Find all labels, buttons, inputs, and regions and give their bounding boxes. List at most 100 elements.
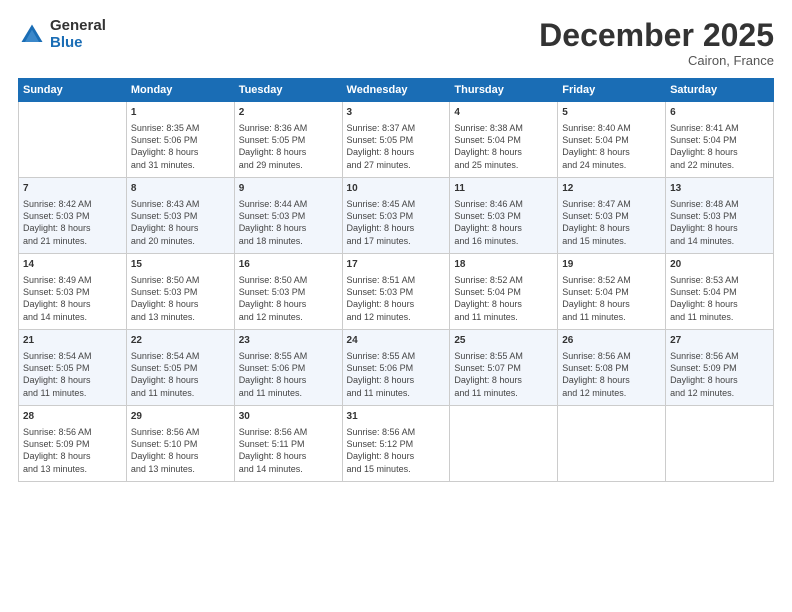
day-info: Sunrise: 8:50 AMSunset: 5:03 PMDaylight:…: [131, 274, 230, 323]
calendar-cell: 23Sunrise: 8:55 AMSunset: 5:06 PMDayligh…: [234, 330, 342, 406]
day-number: 29: [131, 410, 230, 424]
calendar-cell: 12 Sunrise: 8:47 AMSunset: 5:03 PMDayligh…: [558, 178, 666, 254]
week-row-4: 21 Sunrise: 8:54 AMSunset: 5:05 PMDayligh…: [19, 330, 774, 406]
day-info: Sunrise: 8:36 AMSunset: 5:05 PMDaylight:…: [239, 122, 338, 171]
day-info: Sunrise: 8:55 AMSunset: 5:07 PMDaylight:…: [454, 350, 553, 399]
day-number: 6: [670, 106, 769, 120]
day-info: Sunrise: 8:56 AMSunset: 5:12 PMDaylight:…: [347, 426, 446, 475]
day-number: 30: [239, 410, 338, 424]
week-row-1: 1 Sunrise: 8:35 AMSunset: 5:06 PMDaylight…: [19, 102, 774, 178]
calendar-cell: 3Sunrise: 8:37 AMSunset: 5:05 PMDaylight…: [342, 102, 450, 178]
day-info: Sunrise: 8:55 AMSunset: 5:06 PMDaylight:…: [347, 350, 446, 399]
calendar-table: SundayMondayTuesdayWednesdayThursdayFrid…: [18, 78, 774, 482]
calendar-cell: 14Sunrise: 8:49 AMSunset: 5:03 PMDayligh…: [19, 254, 127, 330]
calendar-cell: [558, 406, 666, 482]
calendar-cell: [450, 406, 558, 482]
calendar-cell: 1 Sunrise: 8:35 AMSunset: 5:06 PMDaylight…: [126, 102, 234, 178]
header-thursday: Thursday: [450, 79, 558, 102]
day-number: 16: [239, 258, 338, 272]
day-info: Sunrise: 8:50 AMSunset: 5:03 PMDaylight:…: [239, 274, 338, 323]
header-wednesday: Wednesday: [342, 79, 450, 102]
day-info: Sunrise: 8:41 AMSunset: 5:04 PMDaylight:…: [670, 122, 769, 171]
calendar-cell: 24 Sunrise: 8:55 AMSunset: 5:06 PMDayligh…: [342, 330, 450, 406]
calendar-cell: 16 Sunrise: 8:50 AMSunset: 5:03 PMDayligh…: [234, 254, 342, 330]
day-info: Sunrise: 8:44 AMSunset: 5:03 PMDaylight:…: [239, 198, 338, 247]
day-info: Sunrise: 8:47 AMSunset: 5:03 PMDaylight:…: [562, 198, 661, 247]
header-tuesday: Tuesday: [234, 79, 342, 102]
calendar-cell: 19 Sunrise: 8:52 AMSunset: 5:04 PMDayligh…: [558, 254, 666, 330]
calendar-cell: 6 Sunrise: 8:41 AMSunset: 5:04 PMDaylight…: [666, 102, 774, 178]
calendar-cell: [19, 102, 127, 178]
day-number: 18: [454, 258, 553, 272]
day-info: Sunrise: 8:52 AMSunset: 5:04 PMDaylight:…: [562, 274, 661, 323]
day-number: 21: [23, 334, 122, 348]
calendar-cell: 4 Sunrise: 8:38 AMSunset: 5:04 PMDaylight…: [450, 102, 558, 178]
calendar-cell: 18Sunrise: 8:52 AMSunset: 5:04 PMDayligh…: [450, 254, 558, 330]
day-number: 24: [347, 334, 446, 348]
day-info: Sunrise: 8:56 AMSunset: 5:10 PMDaylight:…: [131, 426, 230, 475]
location: Cairon, France: [539, 53, 774, 68]
logo-blue: Blue: [50, 35, 106, 52]
header: General Blue December 2025 Cairon, Franc…: [18, 18, 774, 68]
day-info: Sunrise: 8:45 AMSunset: 5:03 PMDaylight:…: [347, 198, 446, 247]
calendar-cell: 20 Sunrise: 8:53 AMSunset: 5:04 PMDayligh…: [666, 254, 774, 330]
day-number: 2: [239, 106, 338, 120]
header-sunday: Sunday: [19, 79, 127, 102]
day-number: 13: [670, 182, 769, 196]
day-info: Sunrise: 8:40 AMSunset: 5:04 PMDaylight:…: [562, 122, 661, 171]
day-info: Sunrise: 8:42 AMSunset: 5:03 PMDaylight:…: [23, 198, 122, 247]
day-number: 22: [131, 334, 230, 348]
calendar-cell: 5 Sunrise: 8:40 AMSunset: 5:04 PMDaylight…: [558, 102, 666, 178]
day-number: 8: [131, 182, 230, 196]
calendar-cell: 30Sunrise: 8:56 AMSunset: 5:11 PMDayligh…: [234, 406, 342, 482]
day-number: 28: [23, 410, 122, 424]
calendar-cell: 10Sunrise: 8:45 AMSunset: 5:03 PMDayligh…: [342, 178, 450, 254]
logo-text: General Blue: [50, 18, 106, 51]
logo-icon: [18, 21, 46, 49]
week-row-2: 7 Sunrise: 8:42 AMSunset: 5:03 PMDaylight…: [19, 178, 774, 254]
calendar-cell: 21 Sunrise: 8:54 AMSunset: 5:05 PMDayligh…: [19, 330, 127, 406]
calendar-cell: 11 Sunrise: 8:46 AMSunset: 5:03 PMDayligh…: [450, 178, 558, 254]
calendar-cell: 22 Sunrise: 8:54 AMSunset: 5:05 PMDayligh…: [126, 330, 234, 406]
calendar-cell: 31Sunrise: 8:56 AMSunset: 5:12 PMDayligh…: [342, 406, 450, 482]
calendar-cell: 15 Sunrise: 8:50 AMSunset: 5:03 PMDayligh…: [126, 254, 234, 330]
week-row-5: 28Sunrise: 8:56 AMSunset: 5:09 PMDayligh…: [19, 406, 774, 482]
day-info: Sunrise: 8:35 AMSunset: 5:06 PMDaylight:…: [131, 122, 230, 171]
day-info: Sunrise: 8:43 AMSunset: 5:03 PMDaylight:…: [131, 198, 230, 247]
day-number: 19: [562, 258, 661, 272]
day-info: Sunrise: 8:48 AMSunset: 5:03 PMDaylight:…: [670, 198, 769, 247]
calendar-cell: 26Sunrise: 8:56 AMSunset: 5:08 PMDayligh…: [558, 330, 666, 406]
day-number: 12: [562, 182, 661, 196]
calendar-cell: 7 Sunrise: 8:42 AMSunset: 5:03 PMDaylight…: [19, 178, 127, 254]
day-number: 20: [670, 258, 769, 272]
calendar-cell: 27Sunrise: 8:56 AMSunset: 5:09 PMDayligh…: [666, 330, 774, 406]
calendar-cell: 25 Sunrise: 8:55 AMSunset: 5:07 PMDayligh…: [450, 330, 558, 406]
calendar-cell: 28Sunrise: 8:56 AMSunset: 5:09 PMDayligh…: [19, 406, 127, 482]
day-number: 4: [454, 106, 553, 120]
day-number: 15: [131, 258, 230, 272]
day-info: Sunrise: 8:54 AMSunset: 5:05 PMDaylight:…: [131, 350, 230, 399]
day-number: 25: [454, 334, 553, 348]
day-info: Sunrise: 8:46 AMSunset: 5:03 PMDaylight:…: [454, 198, 553, 247]
day-number: 17: [347, 258, 446, 272]
day-number: 14: [23, 258, 122, 272]
day-info: Sunrise: 8:56 AMSunset: 5:09 PMDaylight:…: [670, 350, 769, 399]
calendar-cell: 2 Sunrise: 8:36 AMSunset: 5:05 PMDaylight…: [234, 102, 342, 178]
day-number: 11: [454, 182, 553, 196]
title-block: December 2025 Cairon, France: [539, 18, 774, 68]
day-number: 7: [23, 182, 122, 196]
day-info: Sunrise: 8:54 AMSunset: 5:05 PMDaylight:…: [23, 350, 122, 399]
logo-general: General: [50, 18, 106, 35]
day-number: 5: [562, 106, 661, 120]
week-row-3: 14Sunrise: 8:49 AMSunset: 5:03 PMDayligh…: [19, 254, 774, 330]
calendar-cell: 9Sunrise: 8:44 AMSunset: 5:03 PMDaylight…: [234, 178, 342, 254]
day-info: Sunrise: 8:55 AMSunset: 5:06 PMDaylight:…: [239, 350, 338, 399]
day-number: 1: [131, 106, 230, 120]
calendar-cell: [666, 406, 774, 482]
month-title: December 2025: [539, 18, 774, 53]
logo: General Blue: [18, 18, 106, 51]
day-number: 3: [347, 106, 446, 120]
page: General Blue December 2025 Cairon, Franc…: [0, 0, 792, 612]
day-info: Sunrise: 8:53 AMSunset: 5:04 PMDaylight:…: [670, 274, 769, 323]
day-info: Sunrise: 8:38 AMSunset: 5:04 PMDaylight:…: [454, 122, 553, 171]
